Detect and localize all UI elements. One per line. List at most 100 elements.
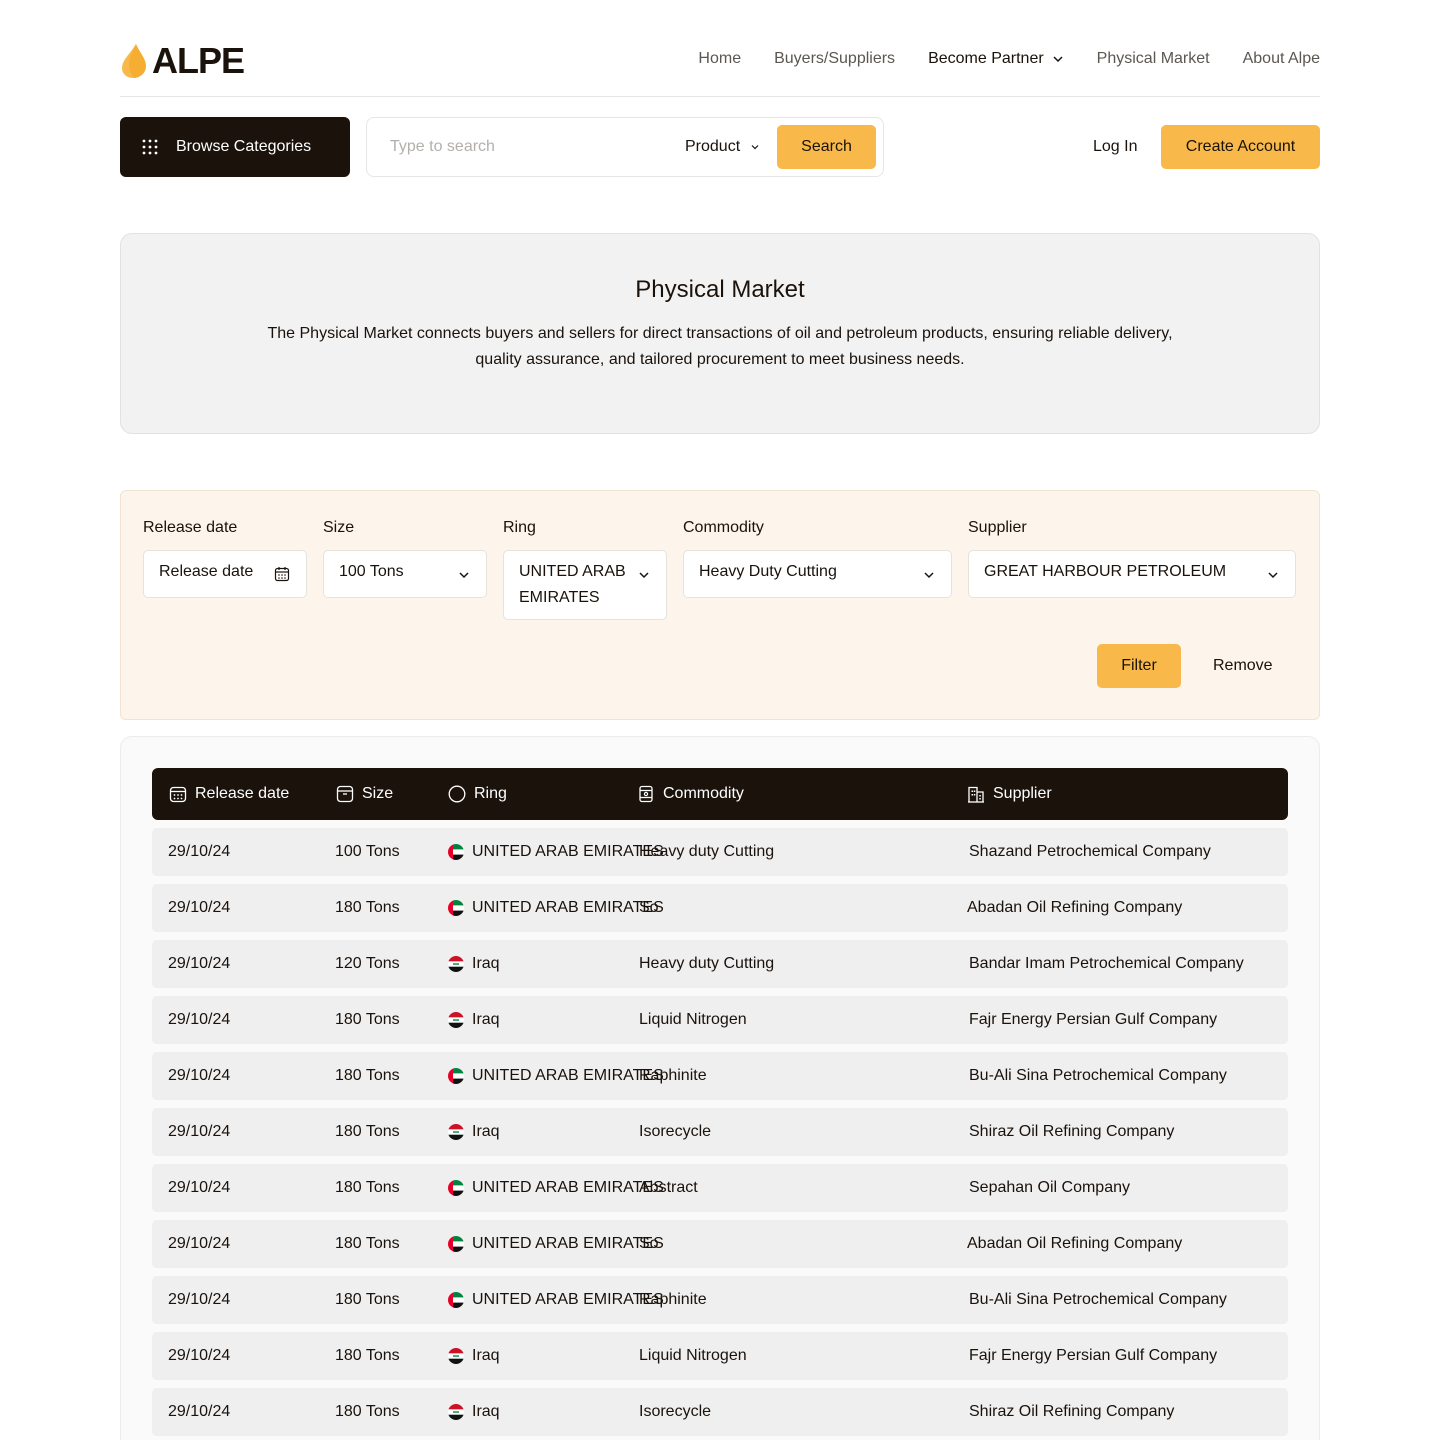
uae-flag-icon — [448, 1236, 464, 1252]
cell-release-date: 29/10/24 — [168, 1123, 231, 1140]
cell-size: 180 Tons — [335, 1123, 400, 1140]
table-row[interactable]: 29/10/24 180 Tons UNITED ARAB EMIRATES Raph… — [152, 1276, 1288, 1324]
cell-ring: Iraq — [472, 1347, 500, 1364]
cell-size: 100 Tons — [335, 843, 400, 860]
cell-ring: UNITED ARAB EMIRATES — [472, 1235, 664, 1252]
cell-supplier: Shazand Petrochemical Company — [969, 843, 1211, 860]
search-button[interactable]: Search — [777, 125, 876, 169]
uae-flag-icon — [448, 1292, 464, 1308]
table-row[interactable]: 29/10/24 180 Tons UNITED ARAB EMIRATES Raph… — [152, 1052, 1288, 1100]
table-row[interactable]: 29/10/24 180 Tons Iraq Isorecycle Shiraz Oil… — [152, 1388, 1288, 1436]
top-navigation: ALPE Home Buyers/Suppliers Become Partne… — [120, 38, 1320, 97]
column-release-date[interactable]: Release date — [169, 768, 289, 820]
nav-item-about[interactable]: About Alpe — [1243, 50, 1320, 68]
cell-supplier: Fajr Energy Persian Gulf Company — [969, 1347, 1218, 1364]
column-label: Ring — [474, 785, 507, 802]
calendar-icon — [274, 567, 290, 582]
building-icon — [968, 786, 984, 803]
table-row[interactable]: 29/10/24 180 Tons UNITED ARAB EMIRATES Abst… — [152, 1164, 1288, 1212]
release-date-value: Release date — [159, 563, 254, 580]
table-row[interactable]: 29/10/24 180 Tons Iraq Isorecycle Shiraz Oil… — [152, 1108, 1288, 1156]
login-link[interactable]: Log In — [1093, 138, 1137, 156]
circle-icon — [448, 785, 466, 803]
page-title: Physical Market — [635, 276, 805, 303]
uae-flag-icon — [448, 1180, 464, 1196]
cell-supplier: Sepahan Oil Company — [969, 1179, 1130, 1196]
browse-categories-button[interactable]: Browse Categories — [120, 117, 350, 177]
grid-dots-icon — [142, 139, 158, 155]
table-row[interactable]: 29/10/24 180 Tons UNITED ARAB EMIRATES So Ab… — [152, 884, 1288, 932]
uae-flag-icon — [448, 900, 464, 916]
column-ring[interactable]: Ring — [448, 768, 507, 820]
column-commodity[interactable]: Commodity — [637, 768, 744, 820]
cell-supplier: Shiraz Oil Refining Company — [969, 1123, 1175, 1140]
brand-name: ALPE — [152, 40, 245, 81]
remove-filters-button[interactable]: Remove — [1213, 657, 1273, 675]
cell-ring: UNITED ARAB EMIRATES — [472, 1067, 664, 1084]
filter-button[interactable]: Filter — [1097, 644, 1181, 688]
release-date-field[interactable]: Release date — [143, 550, 307, 598]
search-input[interactable] — [390, 138, 660, 156]
size-value: 100 Tons — [339, 563, 404, 580]
oil-drop-icon — [122, 44, 146, 78]
supplier-value: GREAT HARBOUR PETROLEUM — [984, 563, 1227, 580]
cell-ring: Iraq — [472, 1011, 500, 1028]
chevron-down-icon — [1268, 572, 1278, 579]
column-label: Release date — [195, 785, 290, 802]
supplier-select[interactable]: GREAT HARBOUR PETROLEUM — [968, 550, 1296, 598]
search-scope-value: Product — [685, 138, 741, 155]
cell-size: 180 Tons — [335, 1067, 400, 1084]
search-bar: Product Search — [366, 117, 884, 177]
cell-commodity: Abstract — [639, 1179, 698, 1196]
table-header: Release date Size Ring Commodity Supplie… — [152, 768, 1288, 820]
cell-release-date: 29/10/24 — [168, 843, 231, 860]
cell-size: 120 Tons — [335, 955, 400, 972]
brand-logo[interactable]: ALPE — [120, 40, 245, 82]
table-row[interactable]: 29/10/24 180 Tons UNITED ARAB EMIRATES So Ab… — [152, 1220, 1288, 1268]
chevron-down-icon — [924, 572, 934, 579]
table-row[interactable]: 29/10/24 180 Tons Iraq Liquid Nitrogen Fajr … — [152, 996, 1288, 1044]
nav-item-physical-market[interactable]: Physical Market — [1097, 50, 1210, 68]
ring-select[interactable]: UNITED ARAB EMIRATES — [503, 550, 667, 620]
search-scope-select[interactable]: Product — [685, 138, 760, 156]
chevron-down-icon — [751, 145, 759, 150]
column-size[interactable]: Size — [336, 768, 393, 820]
create-account-button[interactable]: Create Account — [1161, 125, 1320, 169]
cell-size: 180 Tons — [335, 1235, 400, 1252]
cell-commodity: Heavy duty Cutting — [639, 843, 775, 860]
cell-commodity: Raphinite — [639, 1291, 707, 1308]
cell-ring: UNITED ARAB EMIRATES — [472, 899, 664, 916]
nav-item-buyers-suppliers[interactable]: Buyers/Suppliers — [774, 50, 895, 68]
cell-commodity: Liquid Nitrogen — [639, 1011, 747, 1028]
cell-commodity: Isorecycle — [639, 1403, 712, 1420]
cell-commodity: Liquid Nitrogen — [639, 1347, 747, 1364]
cell-release-date: 29/10/24 — [168, 1067, 231, 1084]
commodity-select[interactable]: Heavy Duty Cutting — [683, 550, 952, 598]
hero-banner: Physical Market The Physical Market conn… — [120, 233, 1320, 434]
cell-size: 180 Tons — [335, 1011, 400, 1028]
nav-item-home[interactable]: Home — [698, 50, 741, 68]
commodity-label: Commodity — [683, 519, 764, 536]
cell-ring: Iraq — [472, 955, 500, 972]
cell-size: 180 Tons — [335, 1179, 400, 1196]
iraq-flag-icon — [448, 1348, 464, 1364]
size-select[interactable]: 100 Tons — [323, 550, 487, 598]
cell-release-date: 29/10/24 — [168, 955, 231, 972]
commodity-value: Heavy Duty Cutting — [699, 563, 837, 580]
column-supplier[interactable]: Supplier — [967, 768, 1052, 820]
cell-size: 180 Tons — [335, 1403, 400, 1420]
chevron-down-icon — [639, 572, 649, 579]
cell-size: 180 Tons — [335, 899, 400, 916]
nav-item-label: Become Partner — [928, 50, 1044, 67]
box-icon — [336, 785, 354, 803]
table-row[interactable]: 29/10/24 180 Tons Iraq Liquid Nitrogen Fajr … — [152, 1332, 1288, 1380]
iraq-flag-icon — [448, 1404, 464, 1420]
table-row[interactable]: 29/10/24 120 Tons Iraq Heavy duty Cutting Ba… — [152, 940, 1288, 988]
cell-release-date: 29/10/24 — [168, 1179, 231, 1196]
table-row[interactable]: 29/10/24 100 Tons UNITED ARAB EMIRATES Heav… — [152, 828, 1288, 876]
cell-ring: Iraq — [472, 1403, 500, 1420]
cell-ring: UNITED ARAB EMIRATES — [472, 1291, 664, 1308]
cell-supplier: Shiraz Oil Refining Company — [969, 1403, 1175, 1420]
nav-item-become-partner[interactable]: Become Partner — [928, 50, 1064, 68]
cell-release-date: 29/10/24 — [168, 899, 231, 916]
